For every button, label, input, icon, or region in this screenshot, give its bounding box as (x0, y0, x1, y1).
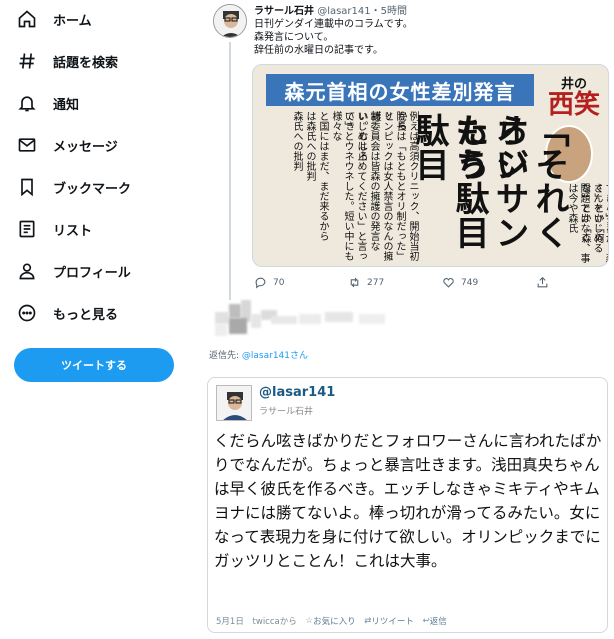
sidebar-item-home[interactable]: ホーム (14, 4, 92, 34)
column-heading-small: 井の (560, 76, 587, 92)
tweet-text-line: 森発言について。 (254, 32, 334, 43)
sidebar-item-label: もっと見る (53, 307, 119, 323)
list-icon (14, 216, 40, 242)
reply-button[interactable]: 70 (254, 276, 284, 289)
tweet-button[interactable]: ツイートする (14, 348, 174, 382)
home-icon (14, 6, 40, 32)
article-column: 森氏への批判 (291, 111, 302, 171)
share-icon (537, 276, 548, 288)
mail-icon (14, 132, 40, 158)
retweet-icon (350, 277, 359, 288)
newspaper-banner: 森元首相の女性差別発言 (266, 74, 534, 106)
headline-column: もう駄目駄目 (409, 113, 489, 249)
like-count: 749 (461, 277, 479, 288)
avatar[interactable] (213, 4, 247, 38)
heart-icon (443, 278, 454, 288)
tweet-actions: 70 277 749 (254, 276, 604, 292)
embedded-tweet-card: @lasar141 ラサール石井 くだらん呟きばかりだとフォロワーさんに言われた… (207, 377, 608, 633)
retweet-button[interactable]: 277 (348, 276, 384, 289)
thread-line (229, 42, 231, 300)
sidebar-item-messages[interactable]: メッセージ (14, 130, 118, 160)
embedded-text: くだらん呟きばかりだとフォロワーさんに言われたばかりでなんだが。ちょっと暴言吐き… (214, 432, 602, 570)
tweet-header: ラサール石井 @lasar141・5時間 (254, 2, 407, 17)
display-name[interactable]: ラサール石井 (254, 6, 314, 17)
article-column: 問題ではなく、事は今や森氏 (566, 183, 589, 263)
embedded-reply: 返信 (429, 617, 447, 627)
sidebar-item-lists[interactable]: リスト (14, 214, 92, 244)
article-column: と国にはまだ、まだ来るから (317, 111, 328, 241)
sidebar-item-notifications[interactable]: 通知 (14, 88, 79, 118)
timestamp[interactable]: 5時間 (381, 6, 407, 17)
sidebar-item-label: ホーム (53, 13, 92, 29)
reply-to-prefix: 返信先: (209, 351, 242, 361)
sidebar-item-profile[interactable]: プロフィール (14, 256, 131, 286)
embedded-handle: @lasar141 (259, 385, 336, 400)
sidebar-item-label: リスト (53, 223, 93, 239)
tweet-image[interactable]: 森元首相の女性差別発言 井の 西笑 「それくらい オジサンたち もう駄目駄目 例… (252, 64, 609, 267)
reply-to-line: 返信先: @lasar141さん (209, 348, 308, 361)
bell-icon (14, 90, 40, 116)
user-handle[interactable]: @lasar141 (317, 6, 370, 17)
retweet-icon: ⇄ (364, 616, 372, 626)
article-column: い」とウネウネした。短い中にも様々な (330, 111, 353, 261)
hashtag-icon (14, 48, 40, 74)
sidebar-item-bookmarks[interactable]: ブックマーク (14, 172, 131, 202)
like-button[interactable]: 749 (442, 276, 478, 289)
embedded-footer: 5月1日 twiccaから ☆ お気に入り ⇄ リツイート ↩ 返信 (216, 615, 447, 627)
blurred-avatar-strip (207, 300, 407, 340)
reply-arrow-icon: ↩ (422, 616, 430, 626)
sidebar-item-label: メッセージ (53, 139, 118, 155)
embedded-date: 5月1日 (216, 617, 244, 627)
sidebar-item-label: プロフィール (53, 265, 131, 281)
tweet-text-line: 辞任前の水曜日の記事です。 (254, 45, 383, 56)
star-icon: ☆ (305, 616, 314, 626)
embedded-via: twiccaから (252, 617, 297, 627)
reply-icon (255, 277, 266, 289)
more-icon (14, 300, 40, 326)
embedded-name: ラサール石井 (259, 407, 314, 417)
sidebar-item-label: 話題を検索 (53, 55, 119, 71)
article-column: は森氏への批判 (304, 111, 315, 181)
separator: ・ (370, 6, 381, 17)
share-button[interactable] (536, 276, 549, 289)
sidebar-item-more[interactable]: もっと見る (14, 298, 118, 328)
bookmark-icon (14, 174, 40, 200)
embedded-avatar (216, 385, 252, 421)
sidebar-item-label: ブックマーク (53, 181, 132, 197)
retweet-count: 277 (367, 277, 385, 288)
tweet-text-line: 日刊ゲンダイ連載中のコラムです。 (254, 19, 413, 30)
embedded-favorite: お気に入り (313, 617, 356, 627)
reply-count: 70 (273, 277, 285, 288)
reply-to-mention[interactable]: @lasar141さん (242, 351, 308, 361)
sidebar-item-label: 通知 (53, 97, 80, 113)
tweet-text: 日刊ゲンダイ連載中のコラムです。 森発言について。 辞任前の水曜日の記事です。 (254, 18, 413, 57)
embedded-retweet: リツイート (371, 617, 414, 627)
person-icon (14, 258, 40, 284)
sidebar-nav: ホーム 話題を検索 通知 メッセージ ブックマーク リスト プロフィール もっと… (0, 0, 200, 639)
sidebar-item-explore[interactable]: 話題を検索 (14, 46, 118, 76)
